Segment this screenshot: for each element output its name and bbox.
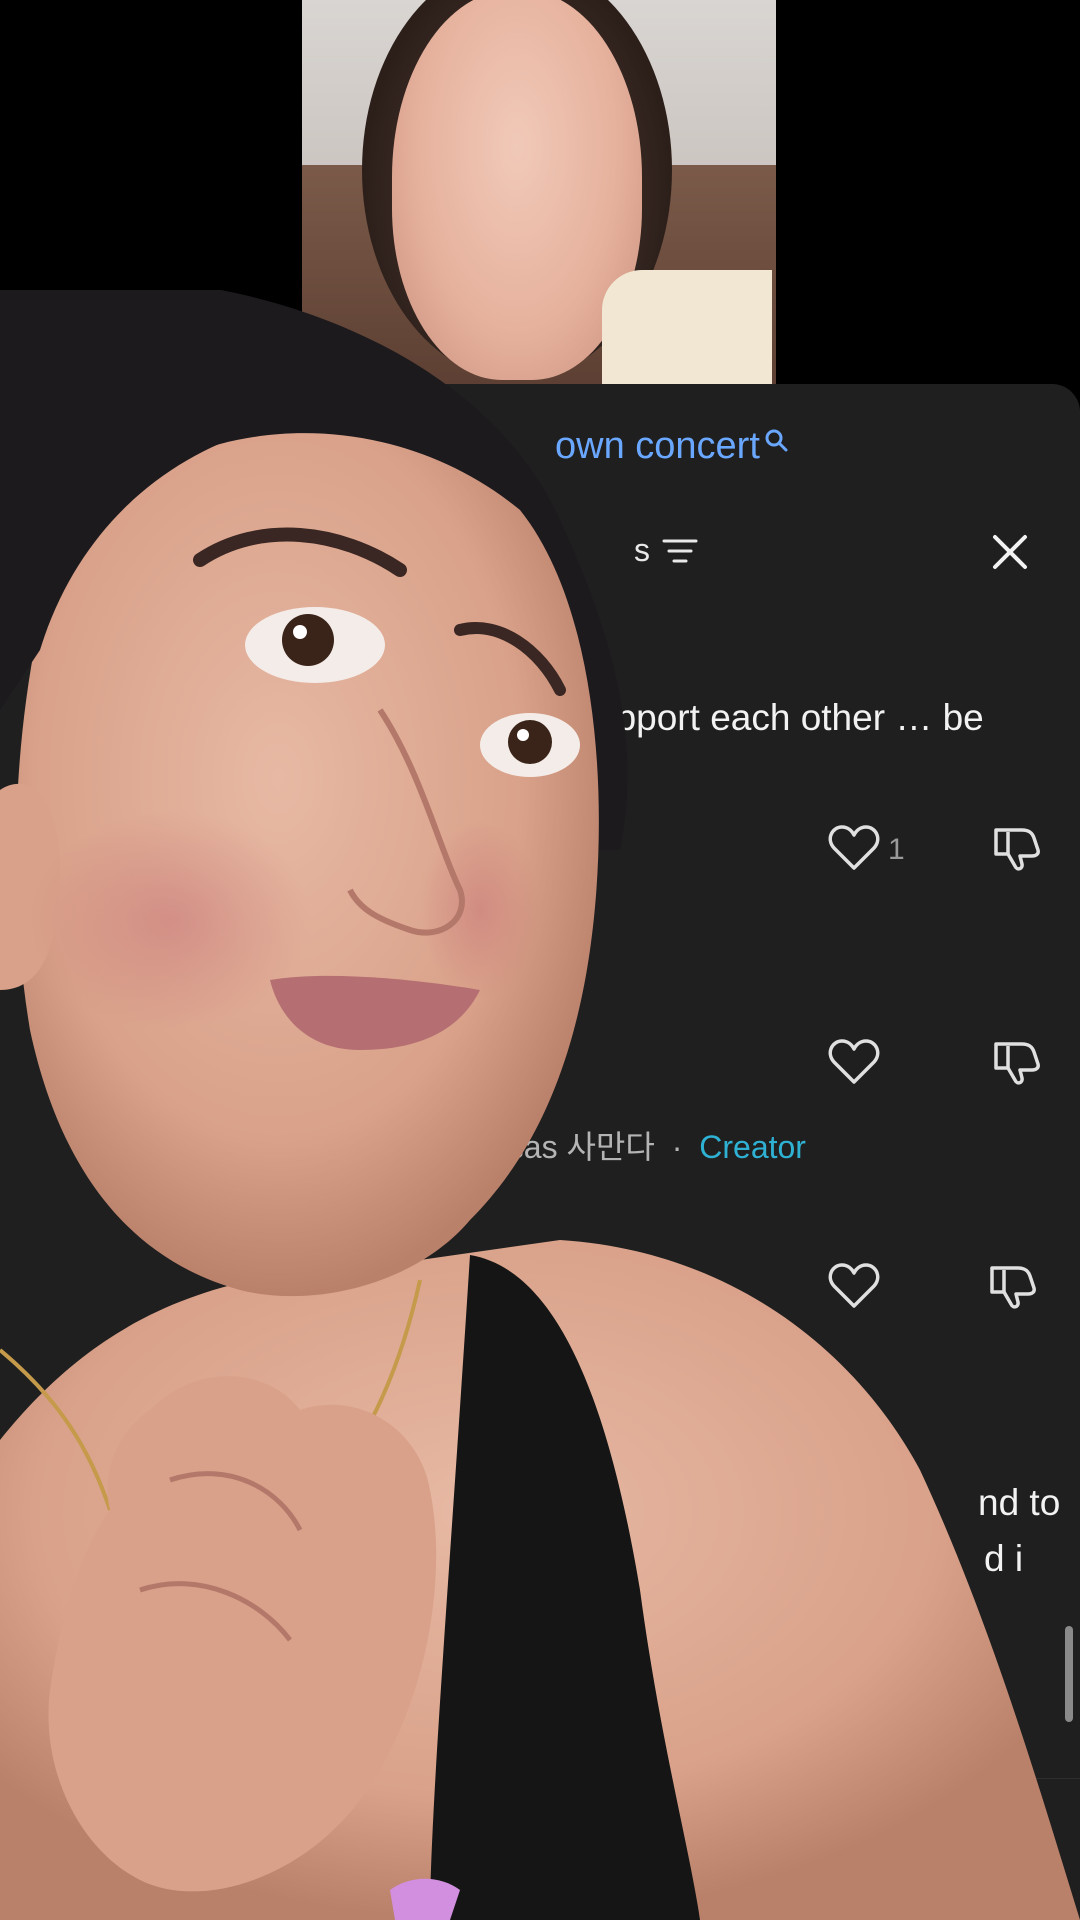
creator-overlay-image bbox=[0, 290, 1080, 1920]
